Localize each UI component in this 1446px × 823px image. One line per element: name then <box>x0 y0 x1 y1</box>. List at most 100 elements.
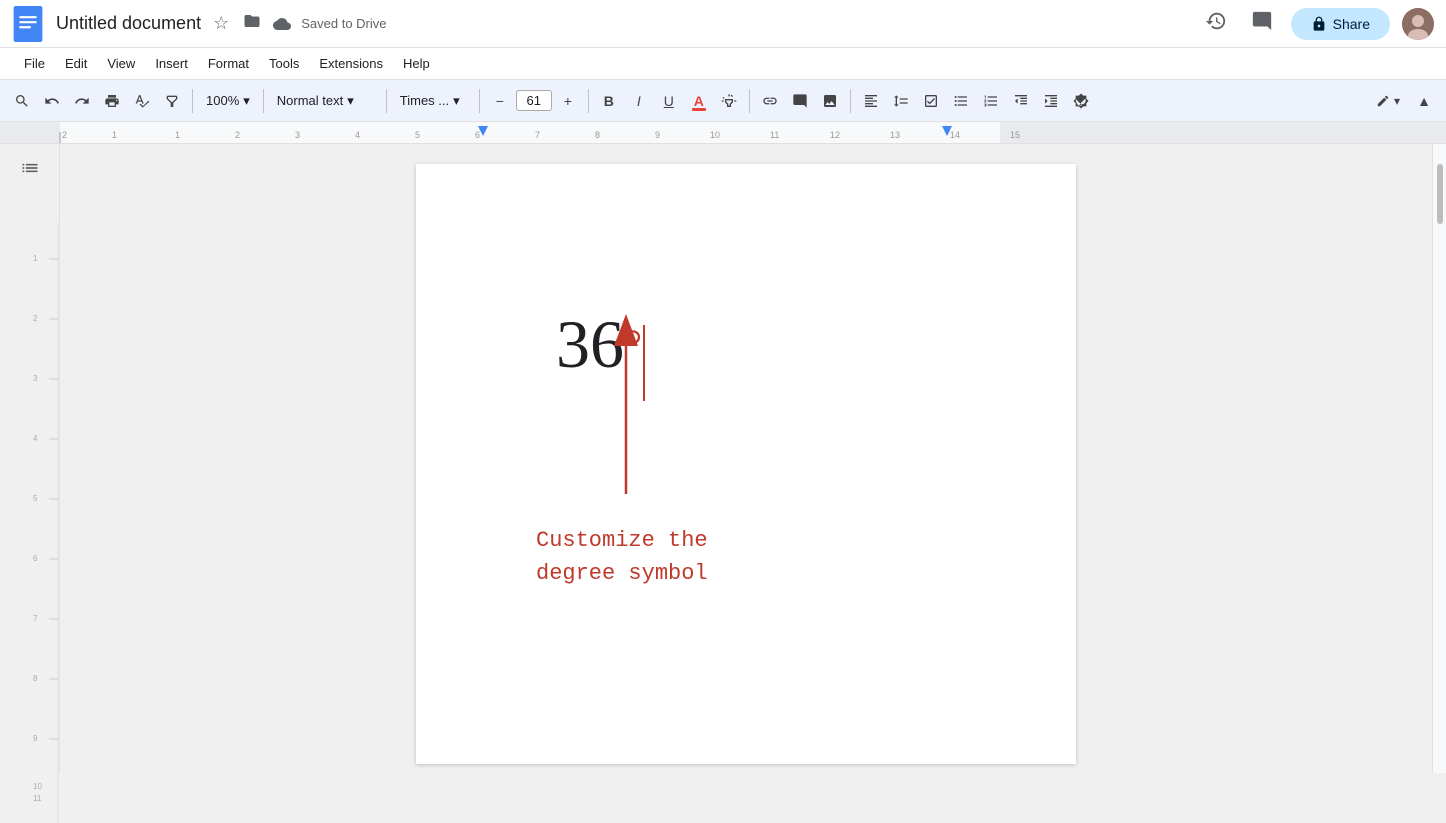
title-bar: Untitled document ☆ Saved to Drive Share <box>0 0 1446 48</box>
svg-text:11: 11 <box>770 130 779 140</box>
link-button[interactable] <box>756 87 784 115</box>
vertical-ruler: 1 2 3 4 5 6 7 8 9 10 11 <box>0 223 59 773</box>
svg-text:5: 5 <box>415 130 420 140</box>
indent-increase-button[interactable] <box>1037 87 1065 115</box>
font-size-input[interactable]: 61 <box>516 90 552 111</box>
menu-extensions[interactable]: Extensions <box>311 52 391 75</box>
separator-7 <box>850 89 851 113</box>
numbered-list-button[interactable] <box>977 87 1005 115</box>
menu-help[interactable]: Help <box>395 52 438 75</box>
share-button[interactable]: Share <box>1291 8 1390 40</box>
indent-decrease-button[interactable] <box>1007 87 1035 115</box>
align-button[interactable] <box>857 87 885 115</box>
undo-button[interactable] <box>38 87 66 115</box>
paint-format-button[interactable] <box>158 87 186 115</box>
spellcheck-button[interactable] <box>128 87 156 115</box>
cloud-icon <box>273 15 291 33</box>
right-scrollbar[interactable] <box>1432 144 1446 773</box>
separator-5 <box>588 89 589 113</box>
ruler: 2 1 1 2 3 4 5 6 7 8 9 10 11 12 13 14 15 <box>0 122 1446 144</box>
svg-text:12: 12 <box>830 130 840 140</box>
style-chevron-icon: ▾ <box>347 93 354 109</box>
svg-text:11: 11 <box>33 794 42 803</box>
zoom-value: 100% <box>206 93 239 108</box>
style-value: Normal text <box>277 93 343 108</box>
svg-text:2: 2 <box>62 130 67 140</box>
svg-text:8: 8 <box>595 130 600 140</box>
annotation-line1: Customize the <box>536 528 708 553</box>
outline-icon[interactable] <box>20 158 40 183</box>
save-status-text: Saved to Drive <box>301 16 386 31</box>
font-color-button[interactable]: A <box>685 87 713 115</box>
comments-button[interactable] <box>1245 4 1279 44</box>
insert-image-button[interactable] <box>816 87 844 115</box>
svg-text:4: 4 <box>355 130 360 140</box>
separator-2 <box>263 89 264 113</box>
svg-text:3: 3 <box>295 130 300 140</box>
redo-button[interactable] <box>68 87 96 115</box>
document-page: 36° Customize the degree symbol <box>416 164 1076 764</box>
edit-mode-button[interactable]: ▾ <box>1368 87 1408 115</box>
menu-format[interactable]: Format <box>200 52 257 75</box>
top-right-actions: Share <box>1199 4 1434 44</box>
italic-button[interactable]: I <box>625 87 653 115</box>
svg-text:8: 8 <box>33 674 38 683</box>
font-select[interactable]: Times ... ▾ <box>393 90 473 112</box>
menu-edit[interactable]: Edit <box>57 52 95 75</box>
svg-text:10: 10 <box>710 130 720 140</box>
svg-text:4: 4 <box>33 434 38 443</box>
scroll-thumb[interactable] <box>1437 164 1443 224</box>
zoom-select[interactable]: 100% ▾ <box>199 90 257 112</box>
line-spacing-button[interactable] <box>887 87 915 115</box>
font-chevron-icon: ▾ <box>453 93 460 109</box>
menu-insert[interactable]: Insert <box>147 52 196 75</box>
docs-logo-icon <box>12 6 44 42</box>
font-size-increase-button[interactable]: + <box>554 87 582 115</box>
font-color-a-icon: A <box>694 93 704 109</box>
svg-text:6: 6 <box>33 554 38 563</box>
doc-area[interactable]: 36° Customize the degree symbol <box>60 144 1432 773</box>
svg-text:7: 7 <box>535 130 540 140</box>
left-gutter: 1 2 3 4 5 6 7 8 9 10 11 <box>0 144 60 773</box>
main-area: 1 2 3 4 5 6 7 8 9 10 11 <box>0 144 1446 773</box>
svg-text:9: 9 <box>655 130 660 140</box>
style-select[interactable]: Normal text ▾ <box>270 90 380 112</box>
svg-text:6: 6 <box>475 130 480 140</box>
menu-tools[interactable]: Tools <box>261 52 307 75</box>
folder-button[interactable] <box>239 8 265 39</box>
svg-text:7: 7 <box>33 614 38 623</box>
svg-text:1: 1 <box>175 130 180 140</box>
svg-text:5: 5 <box>33 494 38 503</box>
cloud-save-status: Saved to Drive <box>273 15 386 33</box>
svg-text:3: 3 <box>33 374 38 383</box>
clear-formatting-button[interactable] <box>1067 87 1095 115</box>
zoom-chevron-icon: ▾ <box>243 93 250 109</box>
svg-text:15: 15 <box>1010 130 1020 140</box>
svg-text:2: 2 <box>235 130 240 140</box>
insert-comment-button[interactable] <box>786 87 814 115</box>
toolbar: 100% ▾ Normal text ▾ Times ... ▾ − 61 + … <box>0 80 1446 122</box>
menu-view[interactable]: View <box>99 52 143 75</box>
bold-button[interactable]: B <box>595 87 623 115</box>
menu-file[interactable]: File <box>16 52 53 75</box>
lock-icon <box>1311 16 1327 32</box>
highlight-button[interactable] <box>715 87 743 115</box>
annotation-text: Customize the degree symbol <box>536 524 708 590</box>
history-button[interactable] <box>1199 4 1233 44</box>
ruler-svg: 2 1 1 2 3 4 5 6 7 8 9 10 11 12 13 14 15 <box>0 122 1446 144</box>
doc-title[interactable]: Untitled document <box>56 13 201 34</box>
underline-button[interactable]: U <box>655 87 683 115</box>
star-button[interactable]: ☆ <box>209 9 233 38</box>
checklist-button[interactable] <box>917 87 945 115</box>
annotation-arrow <box>596 304 656 504</box>
user-avatar[interactable] <box>1402 8 1434 40</box>
font-value: Times ... <box>400 93 449 108</box>
collapse-toolbar-button[interactable]: ▲ <box>1410 87 1438 115</box>
svg-text:14: 14 <box>950 130 960 140</box>
svg-text:10: 10 <box>33 782 42 791</box>
search-button[interactable] <box>8 87 36 115</box>
print-button[interactable] <box>98 87 126 115</box>
bullet-list-button[interactable] <box>947 87 975 115</box>
font-size-decrease-button[interactable]: − <box>486 87 514 115</box>
svg-text:1: 1 <box>112 130 117 140</box>
